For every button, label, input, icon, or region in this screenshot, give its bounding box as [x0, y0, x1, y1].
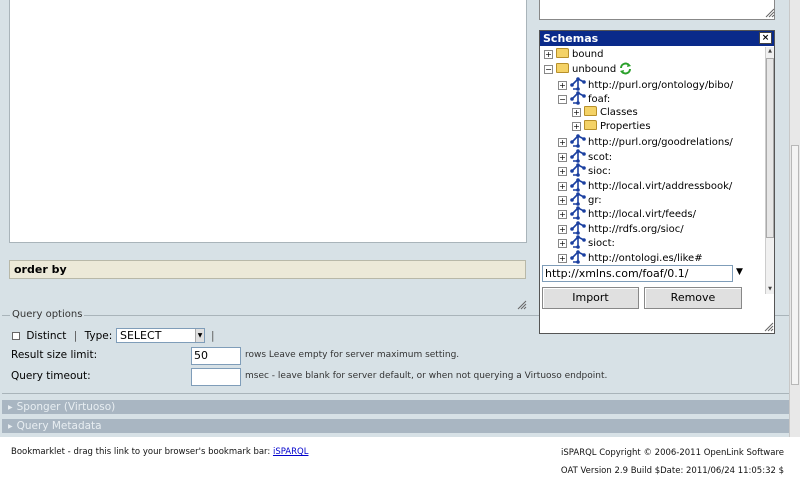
tree-item[interactable]: + scot:	[558, 148, 613, 163]
tree-item[interactable]: − foaf:	[558, 91, 610, 105]
separator-2: |	[211, 330, 215, 342]
version-text: OAT Version 2.9 Build $Date: 2011/06/24 …	[560, 466, 784, 476]
page-scrollbar[interactable]	[789, 0, 800, 437]
folder-icon	[584, 120, 597, 130]
result-limit-label: Result size limit:	[11, 349, 98, 361]
expand-icon[interactable]: +	[558, 181, 567, 191]
tree-item-label: http://ontologi.es/like#	[588, 252, 703, 264]
order-by-field[interactable]: order by	[9, 260, 526, 279]
close-icon[interactable]: ×	[759, 32, 772, 44]
tree-item-label: Classes	[600, 106, 638, 118]
chevron-right-icon: ▶	[8, 423, 13, 430]
query-type-select[interactable]: SELECT ▼	[116, 328, 205, 343]
result-limit-input[interactable]: 50	[191, 347, 241, 365]
metadata-section-label: Query Metadata	[16, 420, 102, 432]
distinct-checkbox[interactable]	[12, 332, 20, 340]
tree-item-label: http://rdfs.org/sioc/	[588, 223, 684, 235]
tree-item[interactable]: + gr:	[558, 192, 602, 206]
tree-item-label: foaf:	[588, 94, 611, 106]
tree-item-label: http://purl.org/goodrelations/	[588, 137, 733, 149]
scroll-up-icon[interactable]: ▲	[766, 47, 774, 56]
tree-item[interactable]: + bound	[544, 48, 604, 62]
tree-item[interactable]: + http://rdfs.org/sioc/	[558, 220, 684, 235]
expand-icon[interactable]: +	[558, 210, 567, 220]
collapse-icon[interactable]: −	[544, 65, 553, 75]
tree-item[interactable]: + sioct:	[558, 235, 615, 249]
bookmarklet-note: Bookmarklet - drag this link to your bro…	[11, 447, 308, 457]
import-button[interactable]: Import	[542, 287, 639, 309]
chevron-down-icon: ▼	[195, 329, 204, 342]
remove-button[interactable]: Remove	[644, 287, 742, 309]
tree-item[interactable]: + http://local.virt/addressbook/	[558, 177, 733, 192]
schema-tree: + bound − unbound + http://purl.org/ontology/…	[540, 47, 765, 294]
scroll-down-icon[interactable]: ▼	[766, 285, 774, 294]
tree-item[interactable]: + Properties	[572, 120, 651, 134]
chevron-down-icon[interactable]: ▼	[736, 267, 743, 277]
tree-item[interactable]: + Classes	[572, 105, 638, 120]
copyright-text: iSPARQL Copyright © 2006-2011 OpenLink S…	[561, 448, 784, 458]
timeout-hint: msec - leave blank for server default, o…	[245, 371, 608, 381]
expand-icon[interactable]: +	[558, 239, 567, 249]
tree-item-label: Properties	[600, 121, 651, 132]
folder-icon	[584, 105, 597, 116]
result-limit-hint: rows Leave empty for server maximum sett…	[245, 350, 460, 360]
expand-icon[interactable]: +	[558, 196, 567, 205]
tree-item[interactable]: + http://purl.org/ontology/bibo/	[558, 76, 734, 91]
separator: |	[73, 330, 78, 342]
tree-item-label: http://purl.org/ontology/bibo/	[588, 79, 734, 91]
expand-icon[interactable]: +	[558, 80, 567, 90]
tree-item-label: sioct:	[588, 238, 615, 250]
distinct-label: Distinct	[26, 330, 67, 342]
tree-item-label: bound	[572, 49, 604, 60]
bookmarklet-link[interactable]: iSPARQL	[273, 447, 309, 457]
tree-item[interactable]: − unbound	[544, 62, 632, 76]
order-by-label: order by	[14, 263, 67, 276]
schemas-resize-grip[interactable]	[764, 322, 774, 332]
folder-icon	[556, 63, 569, 74]
expand-icon[interactable]: +	[558, 224, 567, 234]
metadata-section-header[interactable]: ▶ Query Metadata	[2, 419, 789, 433]
namespace-input[interactable]: http://xmlns.com/foaf/0.1/	[542, 265, 733, 282]
expand-icon[interactable]: +	[544, 50, 553, 59]
sponger-section-label: Sponger (Virtuoso)	[16, 401, 116, 413]
timeout-label: Query timeout:	[11, 370, 91, 382]
distinct-row: Distinct | Type:	[12, 330, 112, 342]
tree-item-label: sioc:	[588, 166, 611, 178]
tree-item[interactable]: + http://purl.org/goodrelations/	[558, 134, 733, 148]
expand-icon[interactable]: +	[572, 107, 581, 117]
type-label: Type:	[84, 330, 113, 342]
editor-resize-grip[interactable]	[517, 300, 527, 310]
tree-item[interactable]: + http://local.virt/feeds/	[558, 206, 696, 220]
query-type-value: SELECT	[120, 329, 162, 342]
expand-icon[interactable]: +	[558, 167, 567, 177]
tree-item-label: unbound	[572, 64, 617, 76]
top-panel	[539, 0, 775, 20]
expand-icon[interactable]: +	[558, 253, 567, 263]
chevron-right-icon: ▶	[8, 404, 13, 411]
tree-item-label: scot:	[588, 151, 613, 163]
sponger-section-header[interactable]: ▶ Sponger (Virtuoso)	[2, 400, 789, 414]
collapse-icon[interactable]: −	[558, 95, 567, 105]
expand-icon[interactable]: +	[558, 152, 567, 162]
tree-item[interactable]: + http://ontologi.es/like#	[558, 249, 703, 264]
tree-item-label: gr:	[588, 195, 602, 206]
bookmarklet-text: Bookmarklet - drag this link to your bro…	[11, 447, 271, 457]
page-scrollbar-thumb[interactable]	[791, 145, 799, 385]
schemas-panel: Schemas × + bound − unbound + http://purl.org…	[539, 30, 775, 334]
tree-scrollbar-thumb[interactable]	[766, 58, 774, 238]
tree-scrollbar[interactable]: ▲ ▼	[765, 47, 774, 294]
tree-item-label: http://local.virt/addressbook/	[588, 180, 733, 192]
query-options-legend: Query options	[10, 309, 85, 320]
tree-item-label: http://local.virt/feeds/	[588, 209, 696, 221]
expand-icon[interactable]: +	[558, 138, 567, 148]
timeout-input[interactable]	[191, 368, 241, 386]
schemas-title: Schemas	[543, 32, 599, 45]
schemas-title-bar[interactable]: Schemas ×	[540, 31, 774, 46]
folder-icon	[556, 48, 569, 58]
tree-item[interactable]: + sioc:	[558, 163, 611, 177]
expand-icon[interactable]: +	[572, 122, 581, 131]
query-editor[interactable]	[9, 0, 527, 243]
top-panel-resize-grip[interactable]	[765, 8, 775, 18]
